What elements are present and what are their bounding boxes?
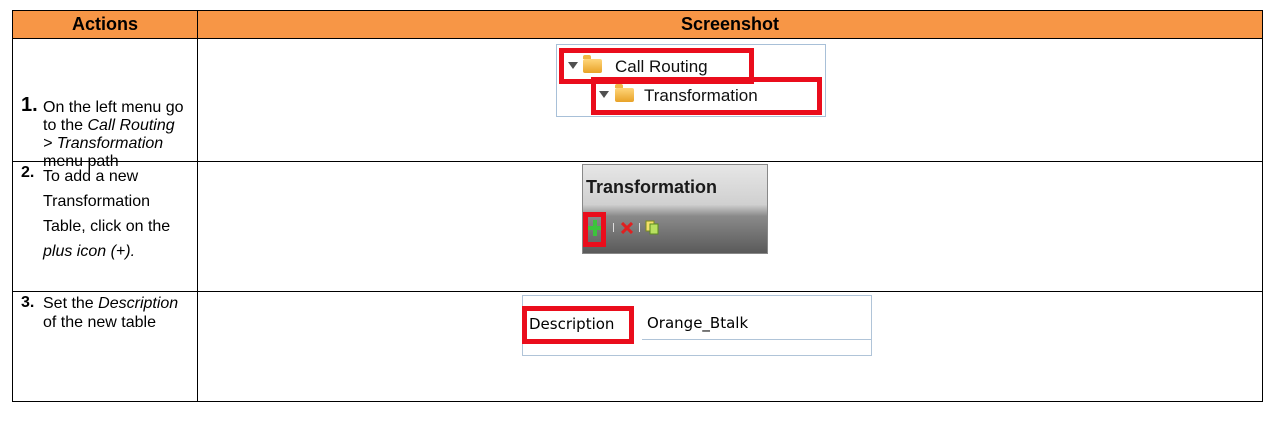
text-segment: of the new table [43,314,156,331]
transformation-panel-screenshot: Transformation [582,164,768,254]
step-action-cell: 2. To add a new Transformation Table, clic… [12,161,198,292]
description-input-value: Orange_Btalk [647,314,749,332]
highlight-box [591,77,822,115]
step-text-line: Set the Description [43,294,191,313]
step-text-line: plus icon (+). [43,239,191,264]
text-segment: to the [43,117,88,134]
step-screenshot-cell: Transformation [197,161,1263,292]
step-text-line: Table, click on the [43,214,191,239]
step-screenshot-cell: Description Orange_Btalk [197,291,1263,402]
text-segment: plus icon (+). [43,243,136,260]
step-row: 1. On the left menu go to the Call Routin… [12,38,1263,170]
step-screenshot-cell: Call Routing Transformation [197,38,1263,162]
actions-header: Actions [12,10,198,39]
delete-icon[interactable] [621,222,633,234]
step-text-line: of the new table [43,313,191,332]
panel-title: Transformation [586,177,718,197]
step-text-line: to the Call Routing [43,117,191,135]
text-segment: Set the [43,295,99,312]
step-text-line: Transformation [43,189,191,214]
screenshot-header: Screenshot [197,10,1263,39]
step-action-cell: 3. Set the Description of the new table [12,291,198,402]
step-action-cell: 1. On the left menu go to the Call Routin… [12,38,198,170]
step-number: 1. [21,94,38,116]
step-text-line: > Transformation [43,135,191,153]
text-segment: Table, click on the [43,218,171,235]
header-row: Actions Screenshot [12,10,1263,39]
description-form-screenshot: Description Orange_Btalk [522,295,872,356]
text-segment: Transformation [43,193,150,210]
step-text: On the left menu go to the Call Routing > … [43,99,191,171]
text-segment: Call Routing [87,117,175,134]
menu-tree-screenshot: Call Routing Transformation [556,44,826,117]
step-text-line: To add a new [43,164,191,189]
step-text-line: On the left menu go [43,99,191,117]
step-number: 2. [21,164,35,181]
text-segment: Description [98,295,179,312]
highlight-box [583,212,606,247]
step-row: 3. Set the Description of the new table D… [12,291,1263,402]
text-segment: On the left menu go [43,99,184,116]
step-text: Set the Description of the new table [43,294,191,332]
step-text: To add a new Transformation Table, click o… [43,164,191,264]
text-segment: > Transformation [43,135,164,152]
toolbar-separator [613,223,614,232]
description-input[interactable]: Orange_Btalk [642,310,871,340]
step-row: 2. To add a new Transformation Table, clic… [12,161,1263,292]
highlight-box [522,306,634,344]
toolbar-separator [639,223,640,232]
text-segment: To add a new [43,168,139,185]
step-number: 3. [21,294,35,311]
instructions-table: Actions Screenshot 1. On the left menu g… [12,10,1263,402]
copy-icon[interactable] [645,220,659,235]
